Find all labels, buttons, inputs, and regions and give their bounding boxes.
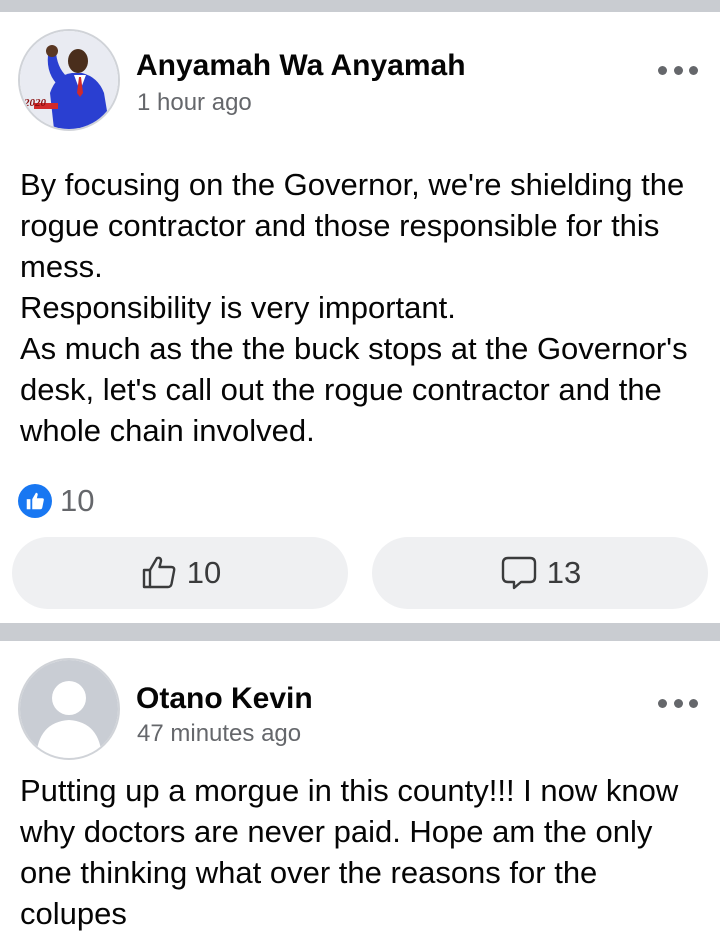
reaction-summary[interactable]: 10 xyxy=(0,481,720,521)
thumbs-up-icon xyxy=(139,553,179,593)
like-button[interactable]: 10 xyxy=(12,537,348,609)
author-avatar[interactable]: 2020 xyxy=(18,29,120,131)
more-icon xyxy=(658,65,667,75)
post-text-line: As much as the the buck stops at the Gov… xyxy=(20,331,688,448)
post-card: 2020 Anyamah Wa Anyamah 1 hour ago By fo… xyxy=(0,12,720,609)
reaction-count: 10 xyxy=(60,483,95,518)
default-avatar-icon xyxy=(20,660,118,758)
like-reaction-icon xyxy=(18,484,52,518)
post-card: Otano Kevin 47 minutes ago Putting up a … xyxy=(0,641,720,934)
like-count: 10 xyxy=(186,555,222,590)
post-header: Otano Kevin 47 minutes ago xyxy=(0,641,720,760)
post-text: Putting up a morgue in this county!!! I … xyxy=(0,770,720,934)
author-avatar[interactable] xyxy=(18,658,120,760)
more-options-button[interactable] xyxy=(658,695,698,711)
action-row: 10 13 xyxy=(0,537,720,609)
post-divider xyxy=(0,623,720,641)
post-text: By focusing on the Governor, we're shiel… xyxy=(0,164,720,451)
post-timestamp[interactable]: 47 minutes ago xyxy=(137,719,301,749)
post-header: 2020 Anyamah Wa Anyamah 1 hour ago xyxy=(0,12,720,131)
comment-count: 13 xyxy=(546,555,582,590)
comment-icon xyxy=(499,553,539,593)
more-options-button[interactable] xyxy=(658,62,698,78)
avatar-year-badge: 2020 xyxy=(24,97,46,109)
more-icon xyxy=(658,698,667,708)
post-text-line: By focusing on the Governor, we're shiel… xyxy=(20,167,685,284)
top-divider xyxy=(0,0,720,12)
avatar-photo xyxy=(20,31,118,129)
author-name[interactable]: Otano Kevin xyxy=(136,681,313,717)
post-timestamp[interactable]: 1 hour ago xyxy=(137,88,252,118)
comment-button[interactable]: 13 xyxy=(372,537,708,609)
post-text-line: Putting up a morgue in this county!!! I … xyxy=(20,773,679,931)
author-name[interactable]: Anyamah Wa Anyamah xyxy=(136,48,466,84)
post-text-line: Responsibility is very important. xyxy=(20,290,456,325)
